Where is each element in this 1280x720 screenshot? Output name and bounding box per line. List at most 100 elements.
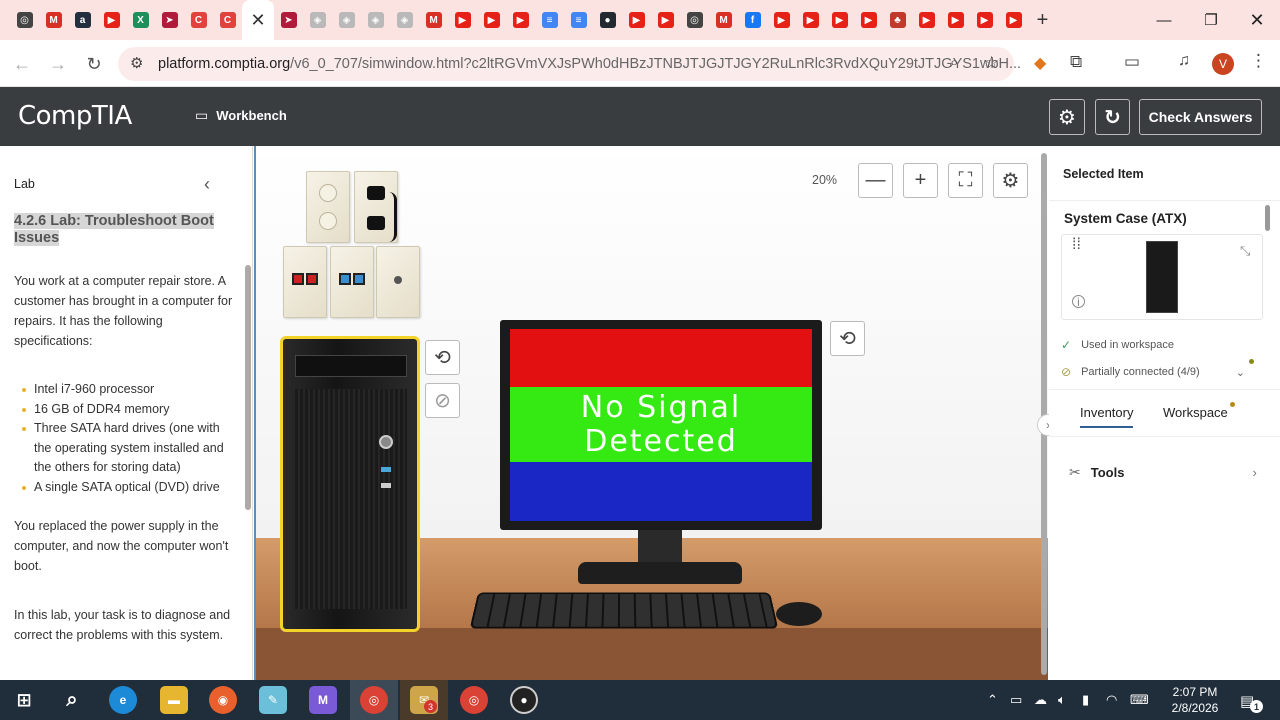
chrome-icon[interactable]: ◎ <box>360 686 388 714</box>
browser-tab[interactable]: ▶ <box>825 0 854 40</box>
coax-jack-plate[interactable] <box>376 246 420 318</box>
search-icon[interactable]: ⌕ <box>58 686 86 714</box>
address-bar[interactable]: ⚙ platform.comptia.org/v6_0_707/simwindo… <box>118 47 1021 81</box>
volume-icon[interactable]: 🔈︎ <box>1058 692 1066 708</box>
power-outlet-plate[interactable] <box>306 171 350 243</box>
power-button[interactable] <box>379 435 393 449</box>
settings-button[interactable]: ⚙ <box>1049 99 1085 135</box>
new-tab-button[interactable]: + <box>1028 0 1057 40</box>
forward-button[interactable]: → <box>46 52 70 76</box>
browser-tab[interactable]: ● <box>593 0 622 40</box>
browser-tab[interactable]: ▶ <box>854 0 883 40</box>
windows-start-icon[interactable]: ⊞ <box>10 686 38 714</box>
phone-jack-plate[interactable] <box>330 246 374 318</box>
browser-tab[interactable]: ◎ <box>680 0 709 40</box>
close-tab-icon[interactable]: ✕ <box>250 10 265 31</box>
keyboard[interactable] <box>469 592 779 629</box>
browser-tab[interactable]: a <box>68 0 97 40</box>
workbench-menu[interactable]: ▭ Workbench <box>195 107 287 124</box>
right-scrollbar[interactable] <box>1265 205 1270 231</box>
tools-category[interactable]: ✂ Tools › <box>1069 464 1257 481</box>
browser-tab[interactable]: f <box>738 0 767 40</box>
browser-tab[interactable]: ➤ <box>155 0 184 40</box>
collapse-icon[interactable]: ⤡ <box>1240 243 1250 259</box>
browser-tab[interactable]: ▶ <box>941 0 970 40</box>
mouse[interactable] <box>776 602 822 626</box>
back-button[interactable]: ← <box>10 52 34 76</box>
battery-icon[interactable]: ▭ <box>1010 692 1022 708</box>
active-tab[interactable]: ✕ <box>242 0 274 40</box>
close-window-button[interactable]: ✕ <box>1234 0 1280 40</box>
browser-tab[interactable]: ▶ <box>970 0 999 40</box>
browser-tab[interactable]: ◎ <box>10 0 39 40</box>
system-clock[interactable]: 2:07 PM 2/8/2026 <box>1163 684 1227 716</box>
browser-menu-icon[interactable]: ⋮ <box>1250 51 1267 71</box>
selected-item-card[interactable]: ⁞⁞ ⤡ i <box>1061 234 1263 320</box>
browser-tab[interactable]: ≡ <box>564 0 593 40</box>
rotate-case-button[interactable]: ⟲ <box>425 340 460 375</box>
rotate-monitor-button[interactable]: ⟲ <box>830 321 865 356</box>
browser-tab[interactable]: X <box>126 0 155 40</box>
zoom-icon[interactable]: ⌕ <box>950 54 958 71</box>
tab-search-icon[interactable]: ▭ <box>1124 52 1140 72</box>
tab-inventory[interactable]: Inventory <box>1080 405 1134 428</box>
browser-tab[interactable]: ▶ <box>622 0 651 40</box>
edge-icon[interactable]: e <box>109 686 137 714</box>
site-info-icon[interactable]: ⚙ <box>130 54 143 72</box>
browser-tab[interactable]: ♣ <box>883 0 912 40</box>
browser-tab[interactable]: ▶ <box>999 0 1028 40</box>
firefox-icon[interactable]: ◉ <box>209 686 237 714</box>
browser-tab[interactable]: ◈ <box>303 0 332 40</box>
extensions-icon[interactable]: ⧉ <box>1070 52 1082 72</box>
media-control-icon[interactable]: ♫ <box>1178 52 1190 70</box>
browser-tab[interactable]: M <box>39 0 68 40</box>
collapse-panel-chevron-icon[interactable]: ‹ <box>204 174 210 195</box>
minimize-button[interactable]: — <box>1141 0 1187 40</box>
browser-tab[interactable]: M <box>709 0 738 40</box>
notepad-icon[interactable]: ✎ <box>259 686 287 714</box>
onedrive-icon[interactable]: ☁ <box>1034 692 1047 708</box>
browser-tab[interactable]: ◈ <box>361 0 390 40</box>
info-icon[interactable]: i <box>1072 295 1085 309</box>
m365-icon[interactable]: M <box>309 686 337 714</box>
browser-tab[interactable]: ▶ <box>796 0 825 40</box>
power-outlet-plate-plugged[interactable] <box>354 171 398 243</box>
browser-tab[interactable]: ▶ <box>767 0 796 40</box>
zoom-out-button[interactable]: — <box>858 163 893 198</box>
left-scrollbar[interactable] <box>245 265 251 510</box>
wifi-icon[interactable]: ◠ <box>1106 692 1117 708</box>
network-jack-plate[interactable] <box>283 246 327 318</box>
drag-handle-icon[interactable]: ⁞⁞ <box>1072 237 1081 253</box>
obs-icon[interactable]: ● <box>510 686 538 714</box>
monitor[interactable]: No Signal Detected <box>500 320 822 530</box>
workspace-settings-button[interactable]: ⚙ <box>993 163 1028 198</box>
browser-tab[interactable]: ◈ <box>390 0 419 40</box>
browser-tab[interactable]: ▶ <box>651 0 680 40</box>
system-case[interactable] <box>280 336 420 632</box>
chrome-profile-icon[interactable]: ◎ <box>460 686 488 714</box>
tray-overflow-icon[interactable]: ⌃ <box>987 692 998 708</box>
browser-tab[interactable]: ➤ <box>274 0 303 40</box>
metamask-icon[interactable]: ◆ <box>1034 53 1046 73</box>
profile-avatar[interactable]: V <box>1212 53 1234 75</box>
zoom-in-button[interactable]: + <box>903 163 938 198</box>
keyboard-icon[interactable]: ⌨ <box>1130 692 1149 708</box>
chevron-down-icon[interactable]: ⌄ <box>1236 366 1245 379</box>
disconnect-button[interactable]: ⊘ <box>425 383 460 418</box>
browser-tab[interactable]: M <box>419 0 448 40</box>
browser-tab[interactable]: ▶ <box>912 0 941 40</box>
restore-button[interactable]: ❐ <box>1188 0 1234 40</box>
browser-tab[interactable]: ▶ <box>97 0 126 40</box>
browser-tab[interactable]: ≡ <box>535 0 564 40</box>
reload-button[interactable]: ↻ <box>82 52 106 76</box>
reset-button[interactable]: ↻ <box>1095 99 1130 135</box>
fullscreen-button[interactable]: ⛶ <box>948 163 983 198</box>
workspace-canvas[interactable]: 20% — + ⛶ ⚙ ⟲ ⊘ No Signal Detected ⟲ <box>254 146 1048 680</box>
bookmark-star-icon[interactable]: ☆ <box>984 53 999 73</box>
check-answers-button[interactable]: Check Answers <box>1139 99 1262 135</box>
browser-tab[interactable]: C <box>184 0 213 40</box>
connection-status[interactable]: ⊘ Partially connected (4/9) ⌄ <box>1061 365 1245 379</box>
browser-tab[interactable]: ▶ <box>506 0 535 40</box>
browser-tab[interactable]: ▶ <box>448 0 477 40</box>
browser-tab[interactable]: ▶ <box>477 0 506 40</box>
